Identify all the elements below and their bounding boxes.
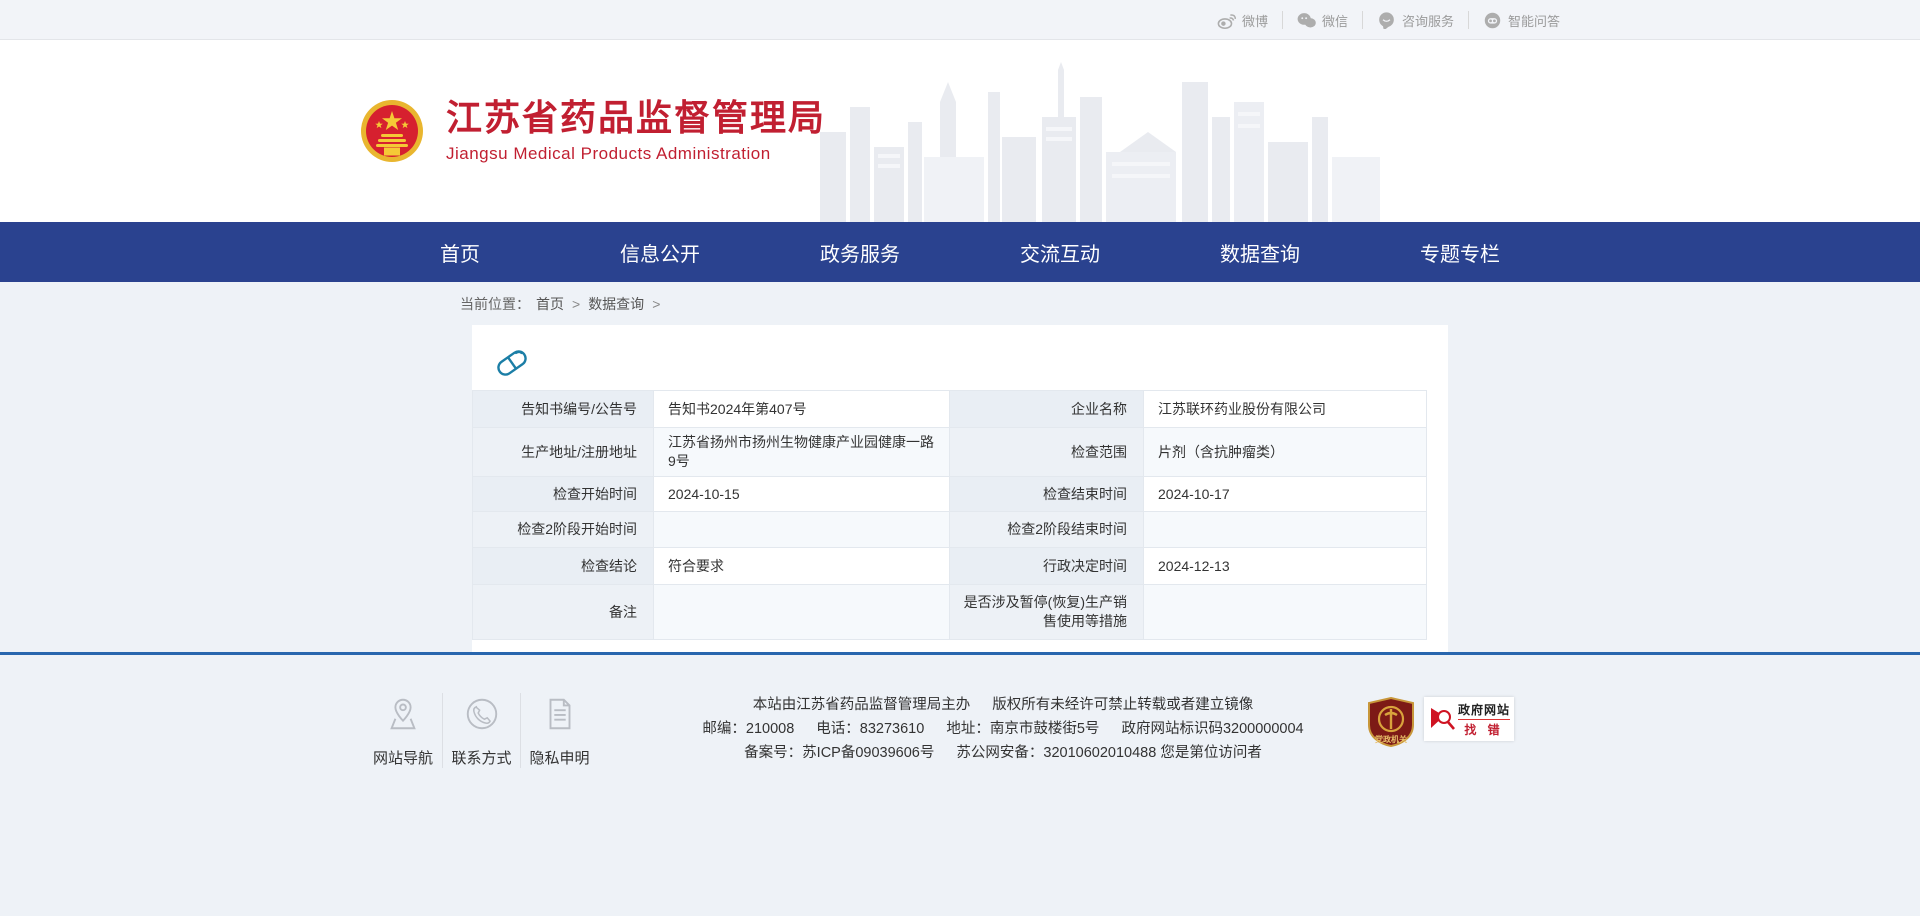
footer-link-contact[interactable]: 联系方式 <box>442 693 520 768</box>
weibo-label: 微博 <box>1242 11 1268 30</box>
nav-item-data-query[interactable]: 数据查询 <box>1160 222 1360 282</box>
field-value-address: 江苏省扬州市扬州生物健康产业园健康一路9号 <box>654 428 950 477</box>
site-subtitle: Jiangsu Medical Products Administration <box>446 144 826 164</box>
field-value-conclusion: 符合要求 <box>654 548 950 585</box>
field-label-suspension-measures: 是否涉及暂停(恢复)生产销售使用等措施 <box>950 585 1144 640</box>
error-badge-subtitle: 找 错 <box>1458 721 1510 738</box>
icp-number: 备案号：苏ICP备09039606号 <box>744 745 934 761</box>
field-label-phase2-end: 检查2阶段结束时间 <box>950 512 1144 548</box>
nav-item-info-disclosure[interactable]: 信息公开 <box>560 222 760 282</box>
field-value-end-date: 2024-10-17 <box>1144 477 1427 512</box>
breadcrumb-prefix: 当前位置： <box>460 294 530 314</box>
field-label-notice-number: 告知书编号/公告号 <box>473 391 654 428</box>
field-value-remarks <box>654 585 950 640</box>
field-label-address: 生产地址/注册地址 <box>473 428 654 477</box>
consult-icon <box>1377 12 1396 29</box>
breadcrumb-data-query-link[interactable]: 数据查询 <box>588 294 644 314</box>
public-security-number: 苏公网安备：32010602010488 您是第位访问者 <box>956 745 1261 761</box>
field-label-phase2-start: 检查2阶段开始时间 <box>473 512 654 548</box>
field-label-company-name: 企业名称 <box>950 391 1144 428</box>
breadcrumb-separator: > <box>652 296 660 312</box>
field-label-remarks: 备注 <box>473 585 654 640</box>
footer-link-privacy[interactable]: 隐私申明 <box>520 693 598 768</box>
error-report-magnifier-icon <box>1428 704 1458 734</box>
footer-line-icp: 备案号：苏ICP备09039606号 苏公网安备：32010602010488 … <box>648 741 1358 765</box>
field-value-company-name: 江苏联环药业股份有限公司 <box>1144 391 1427 428</box>
phone-icon <box>463 695 501 733</box>
site-title: 江苏省药品监督管理局 <box>446 98 826 138</box>
error-badge-title: 政府网站 <box>1458 701 1510 720</box>
city-skyline-decoration <box>820 62 1380 222</box>
site-footer: 网站导航 联系方式 隐私申明 <box>0 655 1920 912</box>
svg-text:党政机关: 党政机关 <box>1375 734 1407 744</box>
wechat-icon <box>1297 12 1316 29</box>
footer-line-host: 本站由江苏省药品监督管理局主办 版权所有未经许可禁止转载或者建立镜像 <box>648 693 1358 717</box>
inspection-detail-card: 告知书编号/公告号 告知书2024年第407号 企业名称 江苏联环药业股份有限公… <box>472 325 1448 652</box>
field-label-decision-date: 行政决定时间 <box>950 548 1144 585</box>
party-gov-badge[interactable]: 党政机关 <box>1368 697 1414 747</box>
nav-item-home[interactable]: 首页 <box>360 222 560 282</box>
privacy-icon <box>541 695 579 733</box>
smart-qa-link[interactable]: 智能问答 <box>1468 11 1560 29</box>
breadcrumb-home-link[interactable]: 首页 <box>536 294 564 314</box>
footer-link-sitemap[interactable]: 网站导航 <box>364 693 442 768</box>
nav-item-gov-services[interactable]: 政务服务 <box>760 222 960 282</box>
breadcrumb-separator: > <box>572 296 580 312</box>
wechat-label: 微信 <box>1322 11 1348 30</box>
field-label-inspection-scope: 检查范围 <box>950 428 1144 477</box>
top-utility-bar: 微博 微信 咨询服务 <box>0 0 1920 40</box>
field-value-suspension-measures <box>1144 585 1427 640</box>
breadcrumb-bar: 当前位置： 首页 > 数据查询 > <box>0 282 1920 325</box>
field-value-inspection-scope: 片剂（含抗肿瘤类） <box>1144 428 1427 477</box>
field-value-start-date: 2024-10-15 <box>654 477 950 512</box>
field-label-end-date: 检查结束时间 <box>950 477 1144 512</box>
nav-item-special-topics[interactable]: 专题专栏 <box>1360 222 1560 282</box>
qa-icon <box>1483 12 1502 29</box>
field-label-conclusion: 检查结论 <box>473 548 654 585</box>
wechat-link[interactable]: 微信 <box>1282 11 1362 29</box>
map-pin-icon <box>384 695 422 733</box>
consult-service-link[interactable]: 咨询服务 <box>1362 11 1468 29</box>
gov-website-error-report-badge[interactable]: 政府网站 找 错 <box>1424 697 1514 741</box>
field-label-start-date: 检查开始时间 <box>473 477 654 512</box>
field-value-phase2-start <box>654 512 950 548</box>
field-value-notice-number: 告知书2024年第407号 <box>654 391 950 428</box>
nav-item-interaction[interactable]: 交流互动 <box>960 222 1160 282</box>
footer-text-block: 本站由江苏省药品监督管理局主办 版权所有未经许可禁止转载或者建立镜像 邮编：21… <box>598 693 1368 765</box>
site-header: 江苏省药品监督管理局 Jiangsu Medical Products Admi… <box>0 40 1920 222</box>
footer-privacy-label: 隐私申明 <box>529 747 589 768</box>
field-value-decision-date: 2024-12-13 <box>1144 548 1427 585</box>
field-value-phase2-end <box>1144 512 1427 548</box>
footer-sitemap-label: 网站导航 <box>373 747 433 768</box>
weibo-icon <box>1217 12 1236 29</box>
weibo-link[interactable]: 微博 <box>1203 11 1282 29</box>
inspection-detail-table: 告知书编号/公告号 告知书2024年第407号 企业名称 江苏联环药业股份有限公… <box>472 390 1427 640</box>
pill-icon <box>492 347 532 379</box>
national-emblem-logo <box>360 99 424 163</box>
footer-line-contact: 邮编：210008 电话：83273610 地址：南京市鼓楼街5号 政府网站标识… <box>648 717 1358 741</box>
consult-service-label: 咨询服务 <box>1402 11 1454 30</box>
smart-qa-label: 智能问答 <box>1508 11 1560 30</box>
main-navigation: 首页 信息公开 政务服务 交流互动 数据查询 专题专栏 <box>0 222 1920 282</box>
footer-contact-label: 联系方式 <box>451 747 511 768</box>
